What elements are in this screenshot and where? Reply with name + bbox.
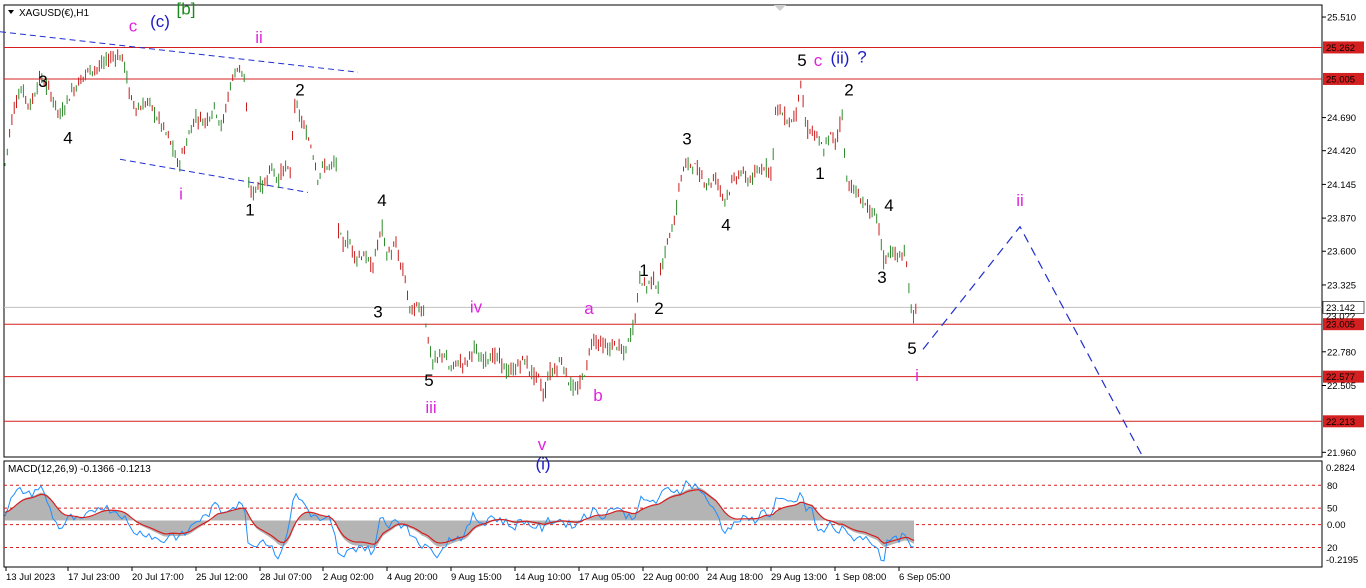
wave-label: 3: [682, 130, 691, 149]
wave-label: 2: [844, 81, 853, 100]
level-price-label: 25.005: [1326, 74, 1355, 85]
wave-label: 5: [907, 339, 916, 358]
price-tick-label: 22.505: [1327, 381, 1356, 392]
symbol-title: XAGUSD(€),H1: [19, 8, 89, 19]
time-tick-label: 13 Jul 2023: [6, 572, 55, 583]
wave-label: 1: [815, 164, 824, 183]
price-tick-label: 23.325: [1327, 280, 1356, 291]
price-tick-label: 25.510: [1327, 13, 1356, 24]
wave-label: 4: [377, 191, 386, 210]
wave-label: [b]: [177, 0, 196, 19]
wave-label: iii: [425, 398, 436, 417]
wave-label: 3: [877, 268, 886, 287]
time-tick-label: 1 Sep 08:00: [835, 572, 886, 583]
wave-label: a: [584, 299, 594, 318]
wave-label: 4: [63, 128, 72, 147]
wave-label: ii: [1016, 191, 1024, 210]
wave-label: i: [179, 185, 183, 204]
wave-label: 4: [721, 215, 730, 234]
wave-label: b: [593, 386, 602, 405]
time-tick-label: 6 Sep 05:00: [899, 572, 950, 583]
time-tick-label: 29 Aug 13:00: [771, 572, 827, 583]
wave-label: iv: [470, 298, 483, 317]
price-tick-label: 21.960: [1327, 448, 1356, 459]
time-tick-label: 4 Aug 20:00: [387, 572, 438, 583]
time-tick-label: 28 Jul 07:00: [260, 572, 312, 583]
macd-top-label: 0.2824: [1326, 463, 1355, 474]
wave-label: (ii): [831, 49, 850, 68]
time-tick-label: 25 Jul 12:00: [196, 572, 248, 583]
wave-label: c: [814, 51, 823, 70]
wave-label: 3: [38, 72, 47, 91]
wave-label: 2: [295, 81, 304, 100]
price-tick-label: 24.420: [1327, 146, 1356, 157]
price-tick-label: 24.145: [1327, 180, 1356, 191]
time-axis[interactable]: 13 Jul 2023 17 Jul 23:00 20 Jul 17:00 25 Ju…: [5, 567, 950, 583]
wave-label: ?: [857, 47, 866, 66]
wave-label: 5: [797, 51, 806, 70]
time-tick-label: 17 Jul 23:00: [68, 572, 120, 583]
wave-label: i: [915, 366, 919, 385]
macd-level-label: 80: [1327, 481, 1338, 492]
time-tick-label: 22 Aug 00:00: [643, 572, 699, 583]
wave-label: c: [129, 17, 138, 36]
wave-label: 5: [424, 371, 433, 390]
time-tick-label: 14 Aug 10:00: [515, 572, 571, 583]
chart-window[interactable]: XAGUSD(€),H1 25.26225.00523.00522.57722.…: [0, 0, 1366, 588]
macd-level-label: 50: [1327, 504, 1338, 515]
price-tick-label: 23.600: [1327, 247, 1356, 258]
wave-label: 1: [245, 201, 254, 220]
macd-title: MACD(12,26,9) -0.1366 -0.1213: [8, 464, 151, 475]
price-tick-label: 24.690: [1327, 113, 1356, 124]
price-tick-label: 23.870: [1327, 214, 1356, 225]
wave-label: (c): [150, 12, 170, 31]
wave-label: ii: [255, 28, 263, 47]
price-panel: [3, 4, 1323, 458]
wave-label: (i): [535, 454, 550, 473]
hidden-price-label: 23.0??: [1326, 311, 1355, 322]
time-tick-label: 9 Aug 15:00: [451, 572, 502, 583]
wave-label: v: [538, 435, 547, 454]
level-price-label: 25.262: [1326, 43, 1355, 54]
time-tick-label: 17 Aug 05:00: [579, 572, 635, 583]
macd-level-label: 20: [1327, 543, 1338, 554]
level-price-label: 22.213: [1326, 417, 1355, 428]
wave-label: 4: [884, 196, 893, 215]
time-tick-label: 20 Jul 17:00: [132, 572, 184, 583]
wave-label: 1: [639, 261, 648, 280]
time-tick-label: 24 Aug 18:00: [707, 572, 763, 583]
macd-level-label: 0.00: [1327, 520, 1346, 531]
wave-label: 3: [373, 302, 382, 321]
price-tick-label: 22.780: [1327, 347, 1356, 358]
time-tick-label: 2 Aug 02:00: [323, 572, 374, 583]
macd-bottom-label: -0.2195: [1326, 555, 1358, 566]
wave-label: 2: [654, 299, 663, 318]
